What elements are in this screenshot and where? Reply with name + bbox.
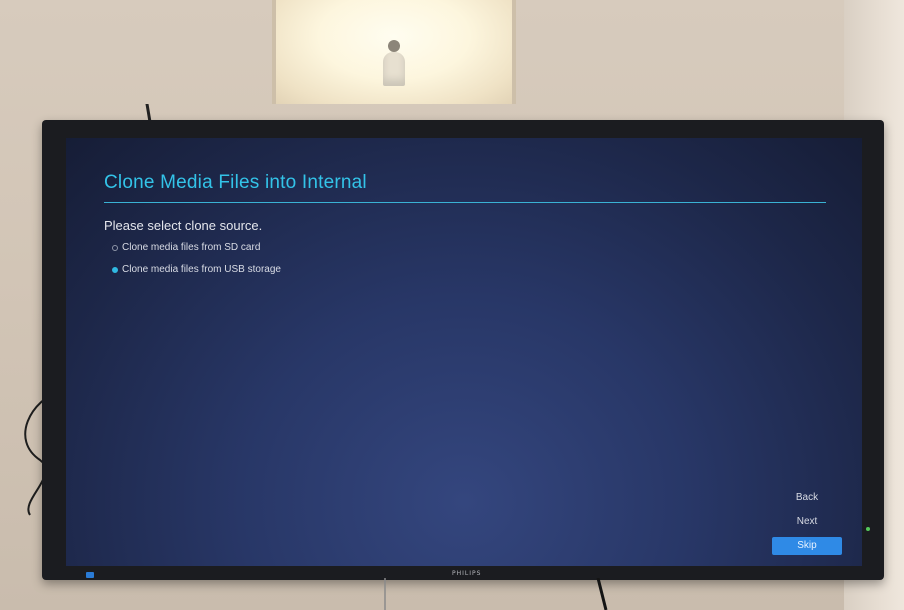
hanging-cable-bottom [384, 578, 608, 610]
skip-button[interactable]: Skip [772, 537, 842, 555]
windows-logo-icon [86, 572, 94, 578]
back-button[interactable]: Back [772, 492, 842, 503]
next-button[interactable]: Next [772, 516, 842, 527]
option-usb-storage[interactable]: Clone media files from USB storage [112, 264, 281, 275]
option-sd-card[interactable]: Clone media files from SD card [112, 242, 260, 253]
option-label: Clone media files from USB storage [122, 264, 281, 275]
lamp-fixture [383, 40, 405, 90]
radio-checked-icon[interactable] [112, 266, 118, 273]
wall-lamp [272, 0, 516, 104]
display-monitor: Clone Media Files into Internal Please s… [42, 120, 884, 580]
clone-source-prompt: Please select clone source. [104, 218, 263, 233]
photo-scene: Clone Media Files into Internal Please s… [0, 0, 904, 610]
brand-logo: PHILIPS [452, 570, 482, 577]
option-label: Clone media files from SD card [122, 242, 261, 253]
power-led-icon [866, 527, 870, 531]
page-title: Clone Media Files into Internal [104, 172, 367, 193]
title-divider [104, 202, 826, 203]
radio-unchecked-icon[interactable] [112, 244, 118, 251]
display-screen: Clone Media Files into Internal Please s… [66, 138, 862, 566]
